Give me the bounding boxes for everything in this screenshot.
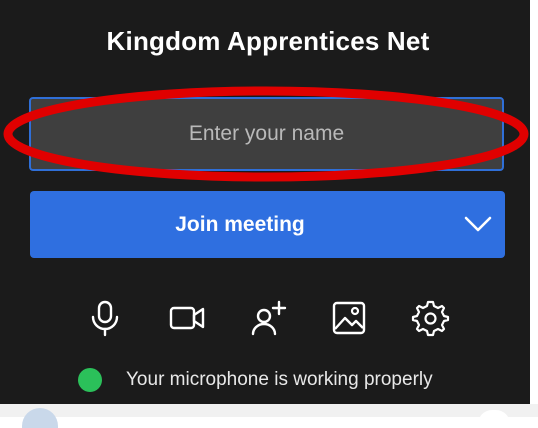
name-input[interactable] [29,97,504,171]
chevron-down-icon[interactable] [461,207,495,241]
join-meeting-button[interactable]: Join meeting [30,191,505,258]
video-camera-icon[interactable] [166,297,208,339]
invite-person-icon[interactable] [249,297,291,339]
microphone-icon[interactable] [84,297,126,339]
device-toolbar [0,297,536,339]
bottom-strip [0,404,538,417]
mic-status: Your microphone is working properly [78,366,433,394]
mic-status-text: Your microphone is working properly [126,369,433,390]
status-indicator-dot [78,368,102,392]
meeting-prejoin-panel: Kingdom Apprentices Net Join meeting [0,0,532,404]
meeting-title: Kingdom Apprentices Net [106,26,430,56]
background-image-icon[interactable] [328,297,370,339]
settings-gear-icon[interactable] [409,297,451,339]
join-meeting-label: Join meeting [175,212,305,236]
